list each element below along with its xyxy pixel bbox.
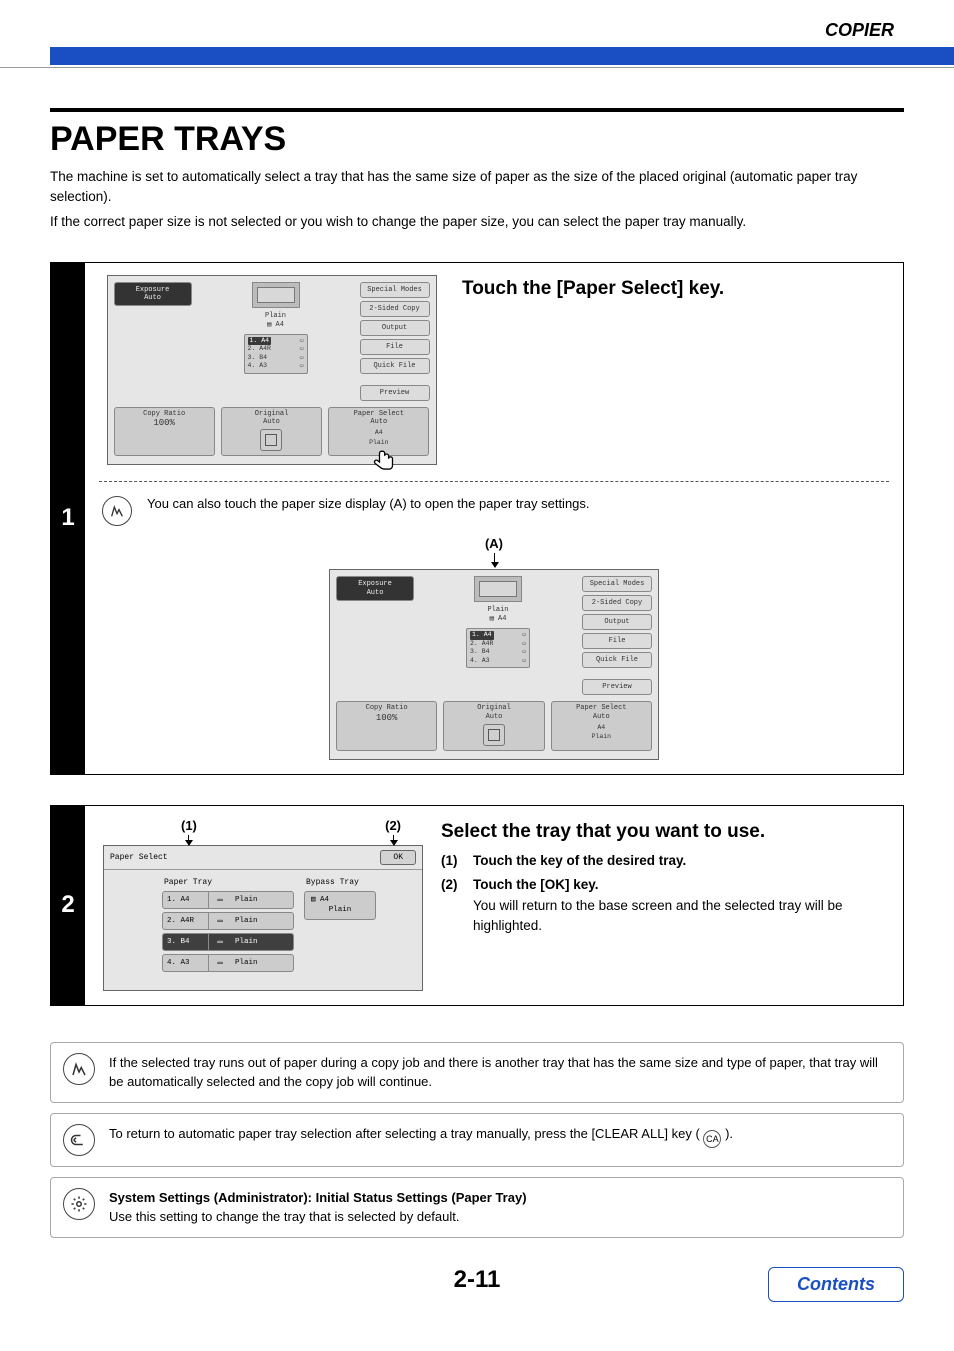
touch-finger-icon [373, 449, 399, 475]
substep-2-sub: You will return to the base screen and t… [473, 896, 889, 935]
step-number-1: 1 [51, 263, 85, 774]
return-icon [63, 1124, 95, 1156]
original-key[interactable]: Original Auto [221, 407, 322, 457]
file-button[interactable]: File [360, 339, 430, 355]
pencil-note-icon [63, 1053, 95, 1085]
two-sided-copy-button-2[interactable]: 2-Sided Copy [582, 595, 652, 611]
note-box-2: To return to automatic paper tray select… [50, 1113, 904, 1167]
paper-info-2: Plain ▤ A4 [420, 606, 576, 624]
output-button[interactable]: Output [360, 320, 430, 336]
special-modes-button-2[interactable]: Special Modes [582, 576, 652, 592]
substep-2-num: (2) [441, 875, 458, 895]
callout-2: (2) [385, 818, 401, 845]
note-1-text: If the selected tray runs out of paper d… [109, 1053, 891, 1092]
step-2-block: 2 (1) (2) Paper Select OK [50, 805, 904, 1006]
substep-1-head: Touch the key of the desired tray. [473, 853, 686, 868]
callout-1: (1) [181, 818, 197, 845]
title-rule [50, 108, 904, 112]
copier-screen-2: Exposure Auto Plain ▤ A4 [329, 569, 659, 760]
intro-line-1: The machine is set to automatically sele… [50, 167, 904, 206]
preview-button[interactable]: Preview [360, 385, 430, 401]
tray-3-button[interactable]: 3. B4 ▭ Plain [162, 933, 294, 951]
contents-button[interactable]: Contents [768, 1267, 904, 1302]
exposure-key[interactable]: Exposure Auto [114, 282, 192, 307]
step-1-separator [99, 481, 889, 482]
copier-screen-1: Exposure Auto Plain ▤ A4 [107, 275, 437, 466]
intro-line-2: If the correct paper size is not selecte… [50, 212, 904, 232]
document-icon-2 [474, 576, 522, 602]
note-box-1: If the selected tray runs out of paper d… [50, 1042, 904, 1103]
step-1-note: You can also touch the paper size displa… [147, 494, 889, 514]
header-underline [0, 67, 954, 68]
paper-select-title: Paper Select [110, 853, 168, 862]
tray-list-mini[interactable]: 1. A4▭ 2. A4R▭ 3. B4▭ 4. A3▭ [244, 334, 308, 374]
clear-all-key-icon: CA [703, 1130, 721, 1148]
preview-button-2[interactable]: Preview [582, 679, 652, 695]
ok-button[interactable]: OK [380, 850, 416, 865]
tray-1-button[interactable]: 1. A4 ▭ Plain [162, 891, 294, 909]
copy-ratio-key[interactable]: Copy Ratio 100% [114, 407, 215, 457]
output-button-2[interactable]: Output [582, 614, 652, 630]
paper-select-key[interactable]: Paper Select Auto A4 Plain [328, 407, 429, 457]
note-2-text: To return to automatic paper tray select… [109, 1124, 891, 1149]
step-1-block: 1 Exposure Auto [50, 262, 904, 775]
paper-select-key-2[interactable]: Paper Select Auto A4 Plain [551, 701, 652, 751]
note-3-text: System Settings (Administrator): Initial… [109, 1188, 891, 1227]
file-button-2[interactable]: File [582, 633, 652, 649]
paper-tray-column-label: Paper Tray [164, 878, 294, 887]
bypass-tray-button[interactable]: ▤ A4 Plain [304, 891, 376, 920]
two-sided-copy-button[interactable]: 2-Sided Copy [360, 301, 430, 317]
substep-2-head: Touch the [OK] key. [473, 877, 599, 892]
document-icon [252, 282, 300, 308]
note-box-3: System Settings (Administrator): Initial… [50, 1177, 904, 1238]
quick-file-button-2[interactable]: Quick File [582, 652, 652, 668]
tray-2-button[interactable]: 2. A4R ▭ Plain [162, 912, 294, 930]
callout-a-label: (A) [329, 536, 659, 551]
paper-select-screen: Paper Select OK Paper Tray 1. A4 ▭ Plain [103, 845, 423, 991]
quick-file-button[interactable]: Quick File [360, 358, 430, 374]
copy-ratio-key-2[interactable]: Copy Ratio 100% [336, 701, 437, 751]
bypass-tray-column-label: Bypass Tray [306, 878, 376, 887]
note-icon [102, 496, 132, 526]
section-header: COPIER [50, 20, 904, 41]
tray-4-button[interactable]: 4. A3 ▭ Plain [162, 954, 294, 972]
exposure-key-2[interactable]: Exposure Auto [336, 576, 414, 601]
step-1-heading: Touch the [Paper Select] key. [462, 275, 889, 303]
header-blue-bar [50, 47, 954, 65]
gear-icon [63, 1188, 95, 1220]
original-key-2[interactable]: Original Auto [443, 701, 544, 751]
page-title: PAPER TRAYS [50, 120, 904, 159]
tray-list-mini-2[interactable]: 1. A4▭ 2. A4R▭ 3. B4▭ 4. A3▭ [466, 628, 530, 668]
paper-info: Plain ▤ A4 [198, 312, 354, 330]
step-2-heading: Select the tray that you want to use. [441, 818, 889, 846]
step-number-2: 2 [51, 806, 85, 1005]
special-modes-button[interactable]: Special Modes [360, 282, 430, 298]
substep-1-num: (1) [441, 851, 458, 871]
